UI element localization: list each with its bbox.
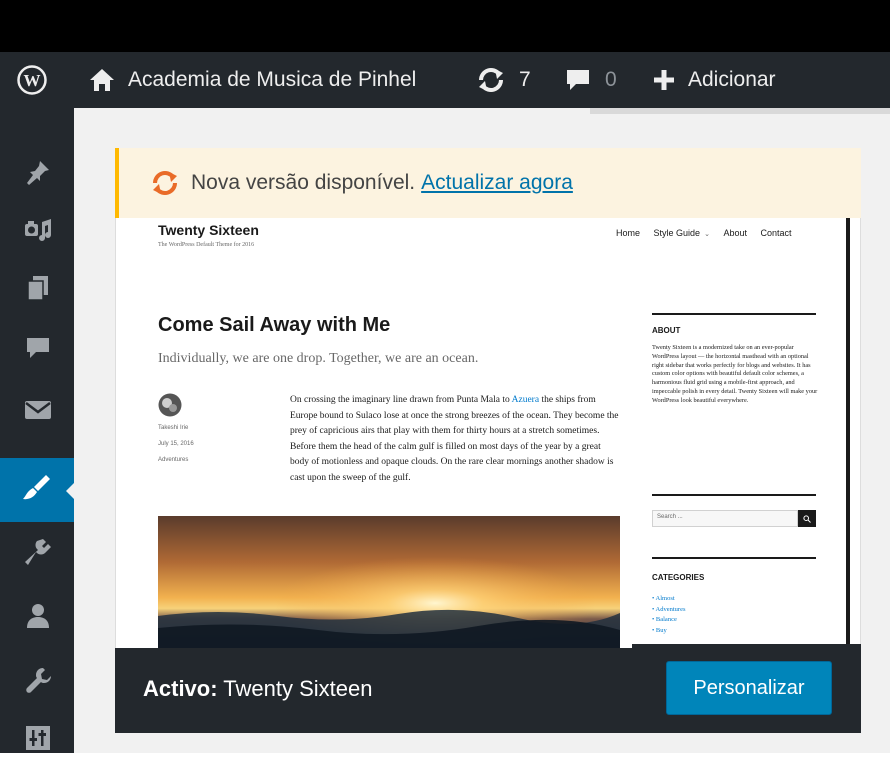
site-home-link[interactable]: Academia de Musica de Pinhel xyxy=(88,52,416,108)
updates-count: 7 xyxy=(519,68,531,91)
comments-icon[interactable] xyxy=(18,328,58,368)
new-label: Adicionar xyxy=(688,68,776,91)
preview-post-subtitle: Individually, we are one drop. Together,… xyxy=(158,351,479,366)
preview-site-title: Twenty Sixteen xyxy=(158,222,259,238)
preview-sidebar-rule-2 xyxy=(652,494,816,496)
preview-author-avatar xyxy=(158,393,182,422)
preview-categories-heading: CATEGORIES xyxy=(652,573,705,582)
update-notice: Nova versão disponível. Actualizar agora xyxy=(115,148,861,218)
notice-text: Nova versão disponível. xyxy=(191,171,416,194)
preview-about-heading: ABOUT xyxy=(652,326,681,335)
preview-tagline: The WordPress Default Theme for 2016 xyxy=(158,242,255,248)
comment-icon xyxy=(567,70,589,90)
admin-bar: W Academia de Musica de Pinhel 7 0 Adici… xyxy=(0,52,890,108)
preview-date: July 15, 2016 xyxy=(158,441,194,447)
preview-body-end: the ships from Europe bound to Sulaco lo… xyxy=(290,395,619,483)
active-theme-label: Activo: Twenty Sixteen xyxy=(143,676,372,702)
site-name: Academia de Musica de Pinhel xyxy=(128,68,417,91)
plugins-icon[interactable] xyxy=(18,532,58,572)
preview-menu-chevron-icon: ⌄ xyxy=(704,231,710,238)
top-black-bar xyxy=(0,0,890,52)
plus-icon xyxy=(654,70,674,90)
tools-wrench-icon[interactable] xyxy=(18,660,58,700)
preview-menu-about: About xyxy=(723,228,747,238)
dropdown-edge xyxy=(590,108,890,114)
preview-sidebar-rule-3 xyxy=(652,557,816,559)
preview-body-text: On crossing the imaginary line drawn fro… xyxy=(290,393,620,486)
preview-category: Adventures xyxy=(158,457,189,463)
svg-text:W: W xyxy=(24,71,41,90)
media-icon[interactable] xyxy=(18,210,58,250)
preview-category-item: • Buy xyxy=(652,626,667,634)
preview-category-item: • Balance xyxy=(652,616,677,623)
mail-icon[interactable] xyxy=(18,390,58,430)
preview-menu: Home Style Guide ⌄ About Contact xyxy=(616,228,792,238)
active-theme-name: Twenty Sixteen xyxy=(223,676,373,701)
updates-icon xyxy=(479,68,503,92)
update-now-link[interactable]: Actualizar agora xyxy=(421,171,573,195)
comments-link[interactable]: 0 xyxy=(565,52,617,108)
preview-menu-contact: Contact xyxy=(760,228,792,238)
new-content-link[interactable]: Adicionar xyxy=(652,52,776,108)
preview-category-item: • Adventures xyxy=(652,605,686,613)
preview-post-title: Come Sail Away with Me xyxy=(158,314,391,336)
preview-author: Takeshi Irie xyxy=(158,425,189,431)
preview-menu-home: Home xyxy=(616,228,641,238)
preview-body-link: Azuera xyxy=(511,395,540,405)
customize-button[interactable]: Personalizar xyxy=(666,661,832,715)
appearance-brush-icon xyxy=(20,471,54,512)
users-icon[interactable] xyxy=(18,596,58,636)
admin-sidebar-lower xyxy=(0,520,74,753)
preview-featured-image xyxy=(158,516,620,648)
active-prefix: Activo: xyxy=(143,676,218,701)
settings-sliders-icon[interactable] xyxy=(18,718,58,758)
preview-search-icon xyxy=(798,510,816,527)
comments-count: 0 xyxy=(605,68,617,91)
preview-search-input: Search ... xyxy=(652,510,798,527)
theme-screenshot: Twenty Sixteen The WordPress Default The… xyxy=(126,218,850,648)
preview-about-text: Twenty Sixteen is a modernized take on a… xyxy=(652,344,818,404)
preview-body-start: On crossing the imaginary line drawn fro… xyxy=(290,395,512,405)
wordpress-logo-icon[interactable]: W xyxy=(17,52,47,108)
updates-link[interactable]: 7 xyxy=(475,52,531,108)
preview-menu-style-guide: Style Guide xyxy=(653,228,701,238)
theme-preview-page: Twenty Sixteen The WordPress Default The… xyxy=(126,218,846,648)
update-available-icon xyxy=(149,169,181,197)
preview-search-placeholder: Search ... xyxy=(657,514,683,520)
pin-icon[interactable] xyxy=(18,152,58,192)
preview-sidebar-rule xyxy=(652,313,816,315)
preview-category-item: • Almost xyxy=(652,595,675,602)
home-icon xyxy=(90,69,114,91)
appearance-menu-active[interactable] xyxy=(0,458,74,522)
preview-categories-list: • Almost • Adventures • Balance • Buy xyxy=(652,594,686,636)
pages-icon[interactable] xyxy=(18,268,58,308)
